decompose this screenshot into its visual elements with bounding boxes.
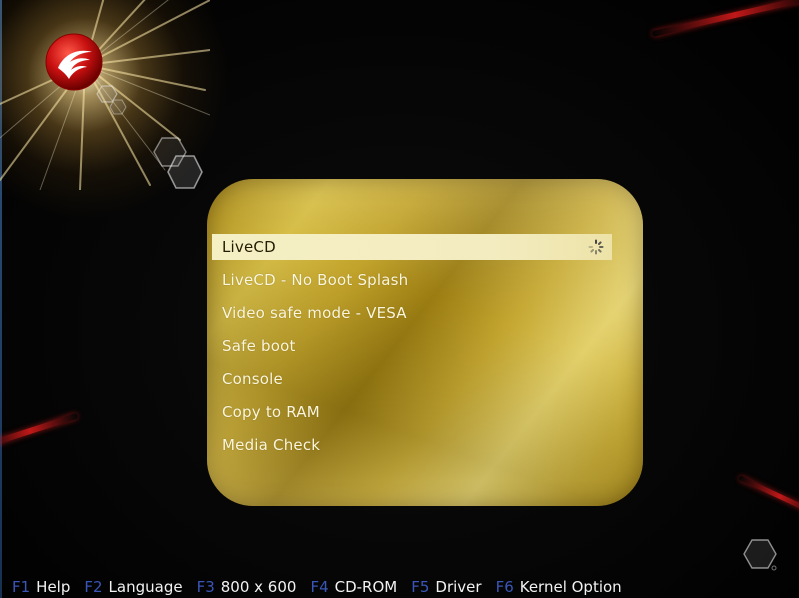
menu-item-label: Console — [222, 370, 283, 388]
red-light-streak — [0, 412, 79, 450]
fkey-key: F4 — [310, 578, 329, 596]
menu-item-livecd[interactable]: LiveCD — [212, 234, 612, 260]
boot-menu-list: LiveCD LiveCD - No Boot Splash Video saf… — [212, 234, 612, 465]
menu-item-label: Video safe mode - VESA — [222, 304, 407, 322]
menu-item-label: LiveCD — [222, 238, 276, 256]
boot-menu-panel: LiveCD LiveCD - No Boot Splash Video saf… — [207, 179, 643, 506]
fkey-language[interactable]: F2 Language — [84, 578, 182, 596]
fkey-key: F3 — [196, 578, 215, 596]
menu-item-livecd-no-boot-splash[interactable]: LiveCD - No Boot Splash — [212, 267, 612, 300]
hexagon-icon — [153, 137, 203, 189]
menu-item-label: Copy to RAM — [222, 403, 320, 421]
hexagon-icon — [743, 539, 777, 571]
fkey-cd-rom[interactable]: F4 CD-ROM — [310, 578, 397, 596]
menu-item-console[interactable]: Console — [212, 366, 612, 399]
menu-item-video-safe-mode-vesa[interactable]: Video safe mode - VESA — [212, 300, 612, 333]
fkey-key: F2 — [84, 578, 103, 596]
loading-spinner-icon — [588, 239, 604, 255]
fkey-kernel-option[interactable]: F6 Kernel Option — [496, 578, 622, 596]
fkey-key: F1 — [12, 578, 31, 596]
menu-item-label: LiveCD - No Boot Splash — [222, 271, 409, 289]
menu-item-label: Safe boot — [222, 337, 296, 355]
menu-item-label: Media Check — [222, 436, 321, 454]
fkey-resolution[interactable]: F3 800 x 600 — [197, 578, 297, 596]
fkey-label: Driver — [435, 578, 482, 596]
fkey-driver[interactable]: F5 Driver — [411, 578, 481, 596]
hexagon-icon — [96, 85, 127, 115]
menu-item-copy-to-ram[interactable]: Copy to RAM — [212, 399, 612, 432]
red-light-streak — [738, 475, 799, 518]
red-light-streak — [651, 0, 799, 38]
fkey-key: F5 — [411, 578, 430, 596]
fkey-label: 800 x 600 — [220, 578, 297, 596]
fkey-help[interactable]: F1 Help — [12, 578, 70, 596]
fkey-label: Language — [108, 578, 183, 596]
function-key-bar: F1 Help F2 Language F3 800 x 600 F4 CD-R… — [12, 576, 636, 598]
fkey-label: Help — [36, 578, 71, 596]
menu-item-safe-boot[interactable]: Safe boot — [212, 333, 612, 366]
boot-screen: LiveCD LiveCD - No Boot Splash Video saf… — [0, 0, 799, 598]
fkey-label: Kernel Option — [519, 578, 622, 596]
menu-item-media-check[interactable]: Media Check — [212, 432, 612, 465]
fkey-label: CD-ROM — [334, 578, 398, 596]
fkey-key: F6 — [495, 578, 514, 596]
